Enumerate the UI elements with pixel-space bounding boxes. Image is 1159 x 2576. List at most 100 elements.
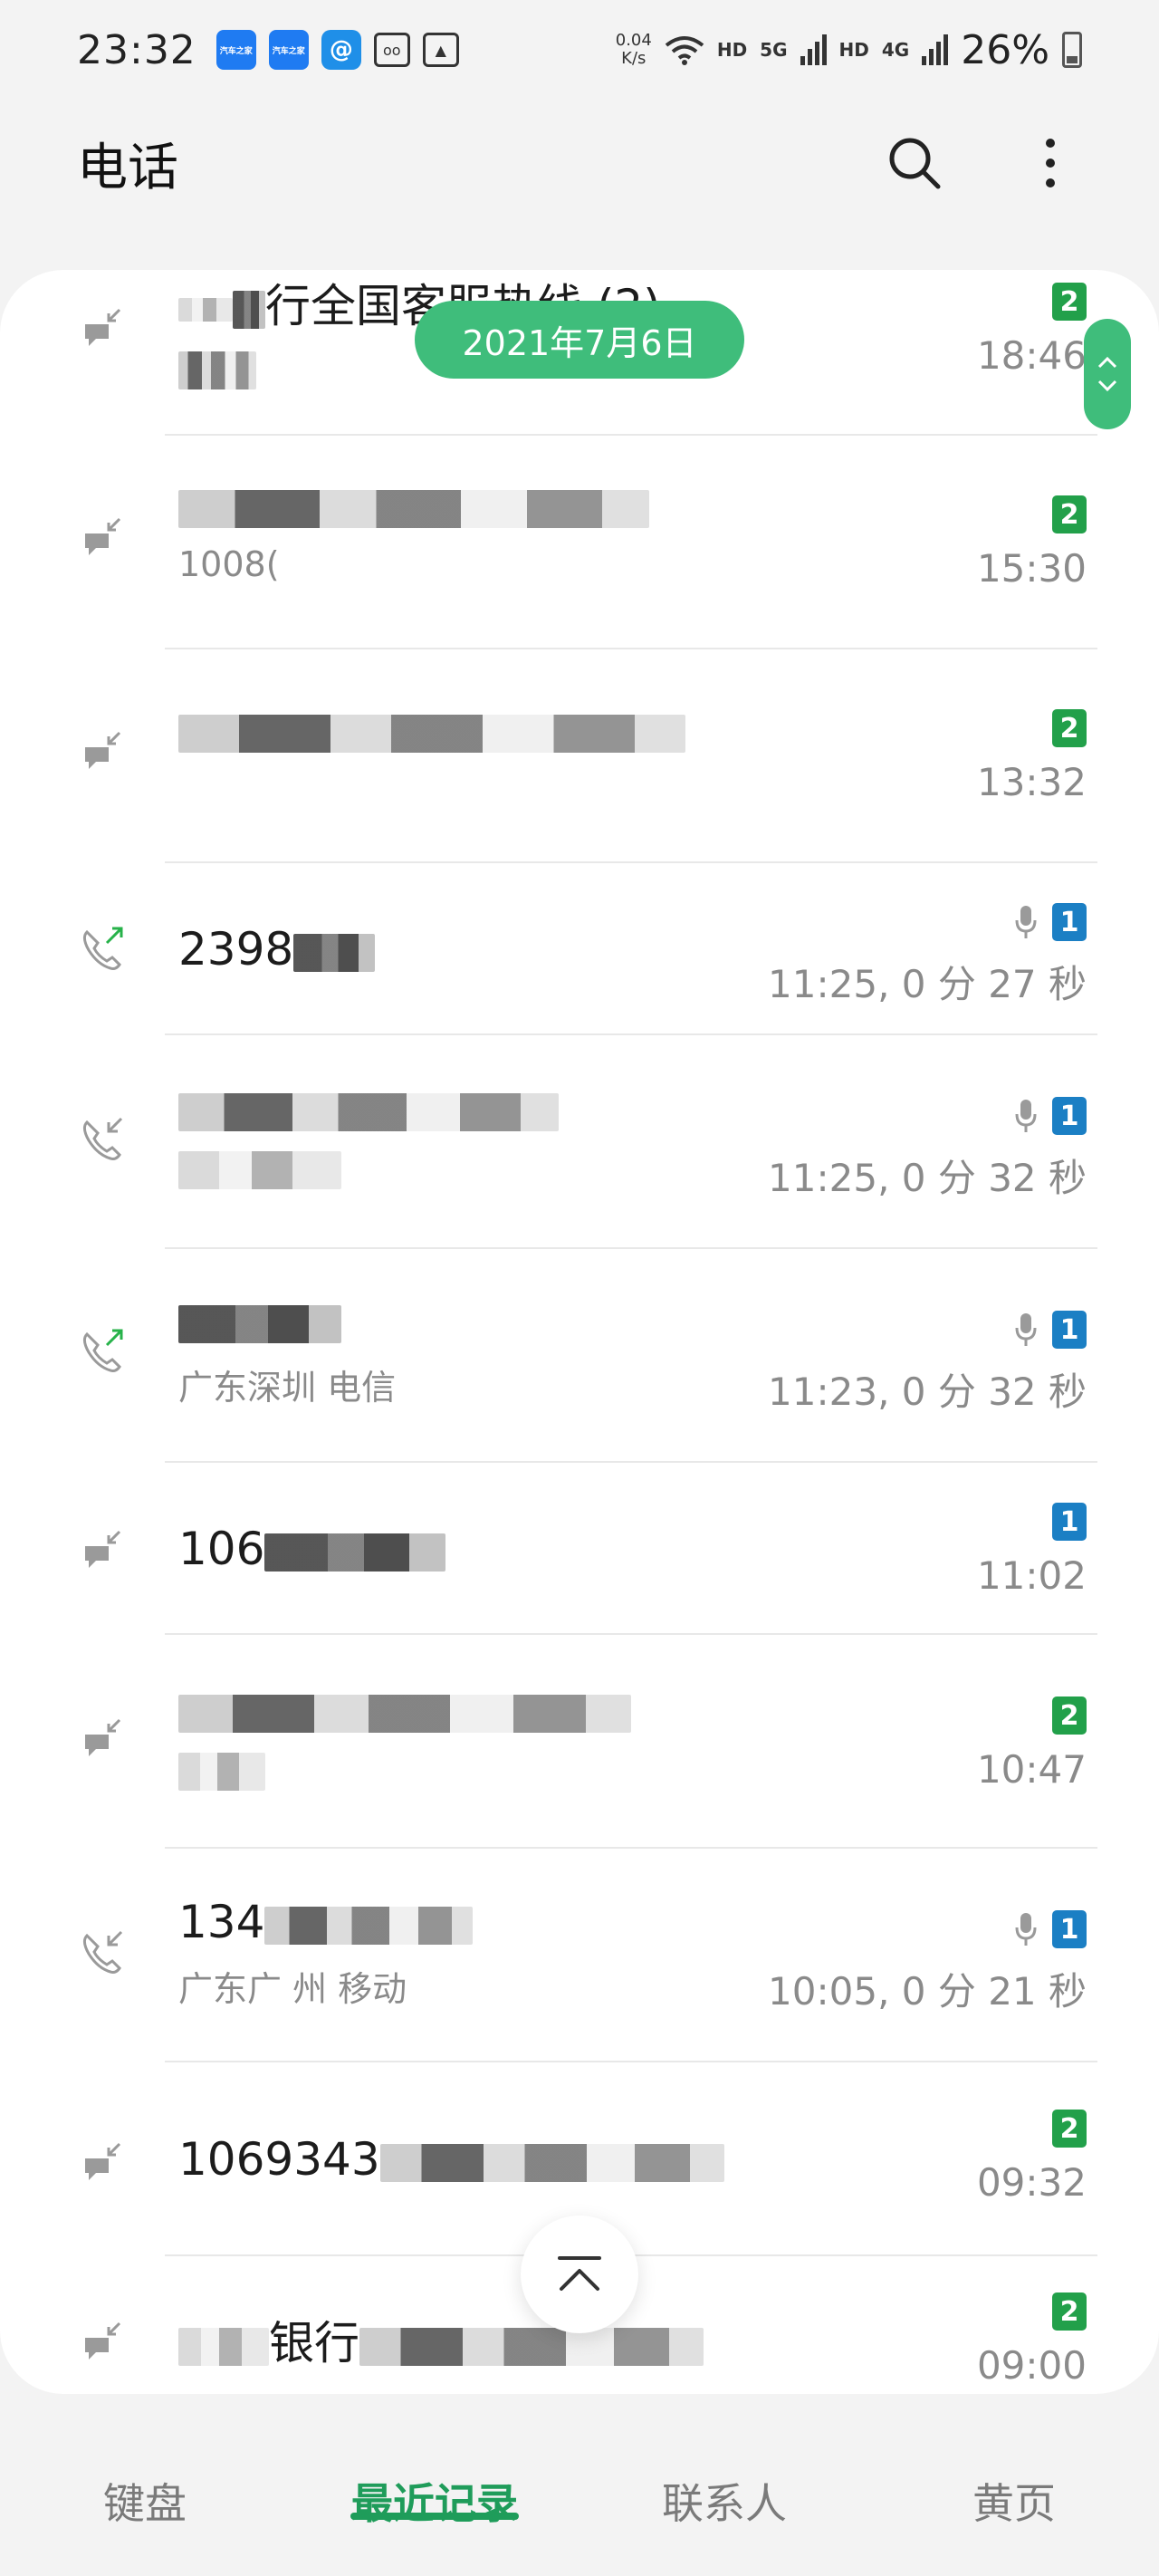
battery-icon — [1062, 32, 1082, 68]
call-time: 11:25, 0 分 27 秒 — [768, 962, 1087, 1006]
hd-indicator-2: HD — [838, 39, 869, 61]
sim-badge: 2 — [1052, 709, 1087, 747]
call-log-row[interactable]: 1008( 2 15:30 — [0, 436, 1159, 649]
call-time: 09:32 — [976, 2160, 1087, 2205]
image-icon: ▲ — [422, 33, 459, 67]
chevron-up-icon — [1097, 356, 1117, 369]
sim-badge: 2 — [1052, 2110, 1087, 2148]
redacted-block — [178, 1092, 559, 1131]
redacted-block — [178, 2327, 269, 2366]
call-log-row[interactable]: 2 10:47 — [0, 1635, 1159, 1849]
microphone-icon — [1015, 906, 1037, 938]
search-button[interactable] — [883, 131, 946, 195]
sim-badge: 1 — [1052, 1311, 1087, 1349]
redacted-block — [359, 2327, 704, 2366]
incoming-message-call-icon — [80, 729, 125, 774]
call-log-list: 行全国客服热线 (2) 2 18:46 1008( 2 15:30 — [0, 270, 1159, 2394]
call-title: 106 — [178, 1523, 815, 1575]
call-title: 2398 — [178, 923, 815, 976]
more-vert-icon — [1046, 139, 1055, 187]
tab-contacts[interactable]: 联系人 — [580, 2409, 869, 2576]
fast-scroll-handle[interactable] — [1084, 319, 1131, 429]
incoming-message-call-icon — [80, 2320, 125, 2365]
call-time: 15:30 — [976, 546, 1087, 591]
autohome-app-icon-2: 汽车之家 — [268, 30, 309, 70]
incoming-message-call-icon — [80, 1716, 125, 1762]
wifi-icon — [665, 36, 704, 65]
tab-recents[interactable]: 最近记录 — [290, 2409, 580, 2576]
redacted-block — [178, 1304, 341, 1343]
redacted-block — [379, 2143, 724, 2182]
call-title — [178, 704, 815, 756]
call-time: 18:46 — [976, 333, 1087, 378]
call-title: 134 — [178, 1896, 815, 1948]
call-title — [178, 1684, 815, 1736]
app-bar: 电话 — [0, 109, 1159, 217]
status-right: 0.04 K/s HD 5G HD 4G 26% — [616, 27, 1082, 73]
chevron-down-icon — [1097, 380, 1117, 392]
microphone-icon — [1015, 1100, 1037, 1132]
call-log-row[interactable]: 2 13:32 — [0, 649, 1159, 863]
incoming-message-call-icon — [80, 1528, 125, 1573]
scroll-top-icon — [558, 2256, 601, 2291]
sim-badge: 1 — [1052, 1097, 1087, 1135]
status-bar: 23:32 汽车之家 汽车之家 @ oo ▲ 0.04 K/s HD 5G HD… — [0, 0, 1159, 100]
notification-icons: 汽车之家 汽车之家 @ oo ▲ — [216, 30, 459, 70]
call-subtitle — [178, 1749, 815, 1791]
call-time: 11:23, 0 分 32 秒 — [768, 1370, 1087, 1414]
call-log-row[interactable]: 1 11:25, 0 分 32 秒 — [0, 1035, 1159, 1249]
call-subtitle — [178, 1148, 815, 1189]
call-title: 银行 — [178, 2307, 815, 2372]
redacted-block — [178, 1150, 341, 1189]
page-title: 电话 — [77, 138, 178, 197]
sim-badge: 1 — [1052, 1503, 1087, 1541]
search-icon — [889, 138, 941, 189]
call-subtitle: 广东深圳 电信 — [178, 1368, 397, 1408]
network-type-1: 5G — [760, 39, 788, 61]
app-bar-actions — [883, 131, 1082, 195]
call-subtitle: 1008( — [178, 544, 280, 584]
call-log-row[interactable]: 134 广东广 州 移动 1 10:05, 0 分 21 秒 — [0, 1849, 1159, 2062]
redacted-block — [178, 351, 256, 389]
sim-badge: 2 — [1052, 1697, 1087, 1735]
redacted-block — [178, 489, 649, 528]
call-time: 13:32 — [976, 760, 1087, 804]
tab-yellow-pages[interactable]: 黄页 — [869, 2409, 1159, 2576]
redacted-block — [178, 714, 685, 753]
call-log-row[interactable]: 106 1 11:02 — [0, 1463, 1159, 1635]
outgoing-call-icon — [80, 1329, 125, 1374]
call-log-row[interactable]: 2398 1 11:25, 0 分 27 秒 — [0, 863, 1159, 1035]
microphone-icon — [1015, 1313, 1037, 1346]
call-log-row[interactable]: 广东深圳 电信 1 11:23, 0 分 32 秒 — [0, 1249, 1159, 1463]
redacted-block — [264, 1906, 474, 1945]
call-time: 10:47 — [976, 1747, 1087, 1792]
call-time: 11:02 — [976, 1553, 1087, 1598]
signal-bars-1 — [800, 34, 827, 65]
browser-app-icon: @ — [321, 30, 361, 70]
call-title: 1069343 — [178, 2133, 815, 2186]
date-indicator: 2021年7月6日 — [415, 301, 744, 379]
signal-bars-2 — [922, 34, 949, 65]
call-subtitle: 广东广 州 移动 — [178, 1969, 407, 2009]
incoming-message-call-icon — [80, 306, 125, 351]
outgoing-call-icon — [80, 927, 125, 972]
scroll-to-top-button[interactable] — [521, 2216, 638, 2333]
redacted-block — [293, 933, 376, 972]
network-type-2: 4G — [881, 39, 910, 61]
incoming-call-icon — [80, 1117, 125, 1162]
redacted-block — [233, 290, 265, 329]
sim-badge: 2 — [1052, 283, 1087, 321]
sim-badge: 1 — [1052, 903, 1087, 941]
call-title — [178, 479, 815, 532]
hd-indicator: HD — [716, 39, 748, 61]
voicemail-icon: oo — [373, 33, 410, 67]
call-time: 11:25, 0 分 32 秒 — [768, 1156, 1087, 1200]
sim-badge: 1 — [1052, 1910, 1087, 1948]
redacted-block — [264, 1533, 446, 1572]
autohome-app-icon: 汽车之家 — [216, 30, 256, 70]
more-options-button[interactable] — [1019, 131, 1082, 195]
tab-keypad[interactable]: 键盘 — [0, 2409, 290, 2576]
sim-badge: 2 — [1052, 495, 1087, 533]
call-title — [178, 1294, 815, 1347]
incoming-call-icon — [80, 1930, 125, 1975]
